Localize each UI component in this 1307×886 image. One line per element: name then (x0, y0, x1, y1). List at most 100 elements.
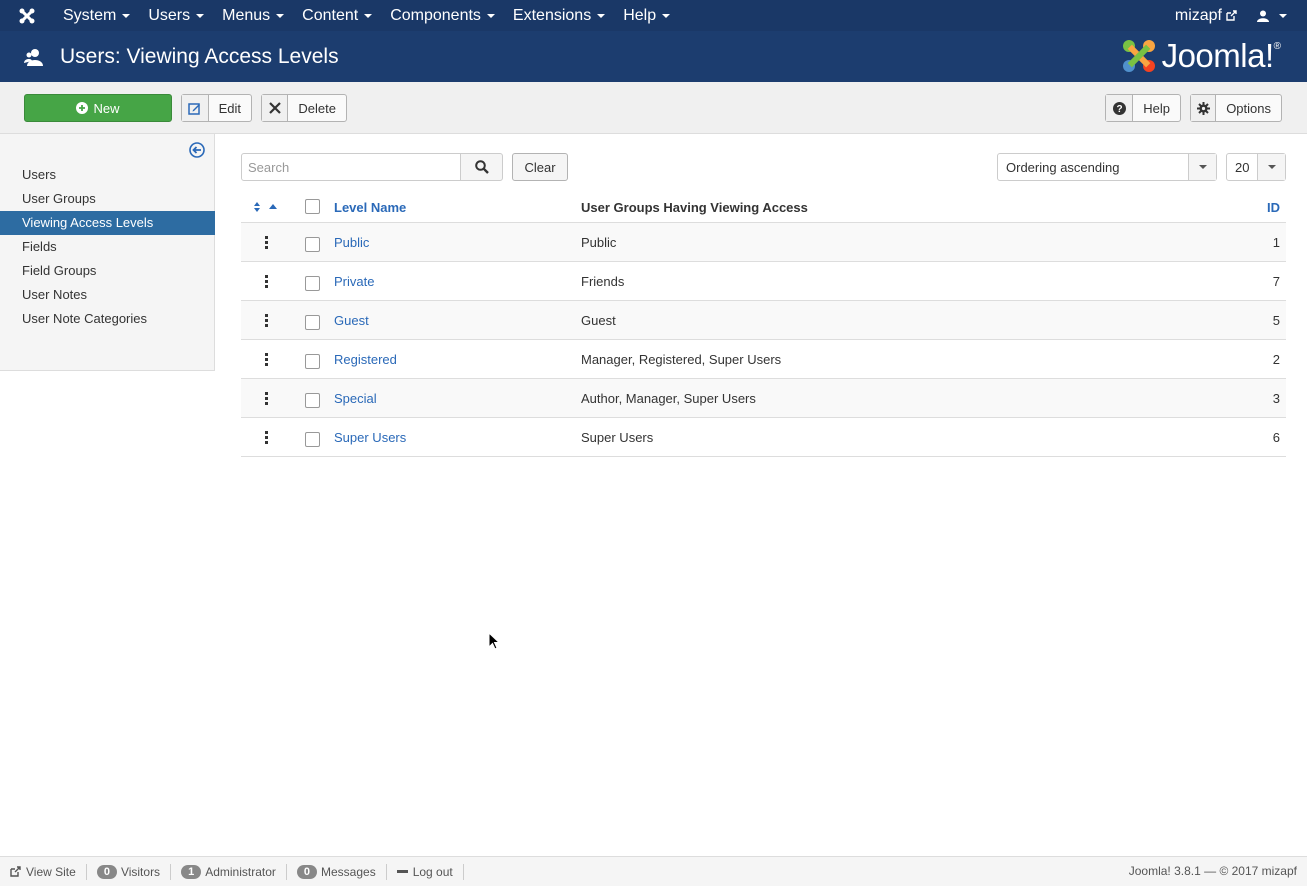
administrators-badge: 1 (181, 864, 202, 879)
select-all-checkbox[interactable] (305, 198, 320, 214)
level-name-header[interactable]: Level Name (334, 200, 581, 215)
status-bar: View Site 0 Visitors 1 Administrator 0 M… (0, 856, 1307, 886)
administrators-link[interactable]: 1 Administrator (171, 863, 287, 880)
id-header[interactable]: ID (1246, 200, 1286, 215)
row-checkbox[interactable] (305, 432, 320, 447)
menu-help[interactable]: Help (614, 0, 679, 31)
sidebar-item-viewing-access-levels[interactable]: Viewing Access Levels (0, 211, 215, 235)
gear-icon (1191, 95, 1217, 121)
view-site-label: View Site (26, 864, 76, 879)
joomla-logo: Joomla! ® (1120, 37, 1281, 75)
drag-handle-icon[interactable] (261, 234, 272, 251)
search-input[interactable] (241, 153, 461, 181)
id-cell: 5 (1272, 312, 1280, 328)
level-name-link[interactable]: Special (334, 391, 377, 406)
level-name-link[interactable]: Private (334, 274, 374, 289)
clear-button[interactable]: Clear (512, 153, 568, 181)
groups-cell: Super Users (581, 429, 654, 445)
username: mizapf (1174, 6, 1222, 24)
sidebar-item-users[interactable]: Users (0, 163, 215, 187)
drag-handle-icon[interactable] (261, 312, 272, 329)
menu-label: Content (302, 6, 359, 24)
sidebar-item-user-note-categories[interactable]: User Note Categories (0, 307, 215, 331)
menu-content[interactable]: Content (293, 0, 381, 31)
user-icon (1257, 10, 1269, 22)
level-name-link[interactable]: Guest (334, 313, 369, 328)
delete-button[interactable]: Delete (261, 94, 347, 122)
joomla-logo-icon (1122, 40, 1155, 72)
menu-users[interactable]: Users (139, 0, 213, 31)
drag-handle-icon[interactable] (261, 390, 272, 407)
navbar-right: mizapf (1165, 0, 1307, 31)
id-cell: 3 (1272, 390, 1280, 406)
row-checkbox[interactable] (305, 276, 320, 291)
help-button[interactable]: ? Help (1105, 94, 1181, 122)
new-button[interactable]: New (24, 94, 172, 122)
sidebar-item-user-notes[interactable]: User Notes (0, 283, 215, 307)
groups-cell: Public (581, 234, 617, 250)
logout-label: Log out (412, 864, 453, 879)
groups-cell: Manager, Registered, Super Users (581, 351, 782, 367)
caret-down-icon (597, 13, 606, 18)
row-checkbox[interactable] (305, 354, 320, 369)
level-name-link[interactable]: Registered (334, 352, 397, 367)
messages-link[interactable]: 0 Messages (287, 863, 387, 880)
select-all-cell (291, 198, 334, 214)
level-name-link[interactable]: Super Users (334, 430, 406, 445)
options-button[interactable]: Options (1190, 94, 1282, 122)
table-row: Guest Guest 5 (241, 301, 1286, 340)
edit-icon (182, 95, 209, 121)
sidebar: Users User Groups Viewing Access Levels … (0, 134, 215, 371)
menu-extensions[interactable]: Extensions (504, 0, 614, 31)
drag-handle-icon[interactable] (261, 273, 272, 290)
minus-icon (396, 870, 408, 873)
menu-components[interactable]: Components (381, 0, 504, 31)
top-navbar: System Users Menus Content Components Ex… (0, 0, 1307, 31)
edit-button-label: Edit (218, 100, 241, 116)
groups-header: User Groups Having Viewing Access (581, 199, 808, 215)
menu-system[interactable]: System (54, 0, 139, 31)
row-checkbox[interactable] (305, 393, 320, 408)
table-row: Super Users Super Users 6 (241, 418, 1286, 457)
list-limit-select[interactable]: 20 (1226, 153, 1286, 181)
ordering-header[interactable] (241, 201, 291, 213)
caret-down-icon (486, 13, 495, 18)
menu-label: Users (148, 6, 191, 24)
caret-down-icon (196, 13, 205, 18)
caret-down-icon (276, 13, 285, 18)
search-icon (474, 160, 489, 174)
menu-label: Extensions (512, 6, 592, 24)
row-checkbox[interactable] (305, 315, 320, 330)
search-button[interactable] (460, 153, 503, 181)
row-checkbox[interactable] (305, 237, 320, 252)
user-menu-dropdown[interactable] (1247, 10, 1307, 22)
ordering-select[interactable]: Ordering ascending (997, 153, 1217, 181)
menu-label: System (63, 6, 117, 24)
visitors-label: Visitors (120, 864, 161, 879)
menu-menus[interactable]: Menus (213, 0, 293, 31)
collapse-sidebar-icon[interactable] (189, 142, 205, 158)
drag-handle-icon[interactable] (261, 351, 272, 368)
visitors-link[interactable]: 0 Visitors (87, 863, 172, 880)
svg-text:?: ? (1116, 104, 1122, 115)
messages-badge: 0 (296, 864, 317, 879)
joomla-brand-icon[interactable] (0, 0, 54, 31)
sidebar-item-field-groups[interactable]: Field Groups (0, 259, 215, 283)
sidebar-item-user-groups[interactable]: User Groups (0, 187, 215, 211)
page-header: Users: Viewing Access Levels Joomla! ® (0, 31, 1307, 82)
drag-handle-icon[interactable] (261, 429, 272, 446)
caret-down-icon (364, 13, 373, 18)
logout-link[interactable]: Log out (387, 863, 464, 880)
edit-button[interactable]: Edit (181, 94, 252, 122)
sidebar-item-fields[interactable]: Fields (0, 235, 215, 259)
level-name-link[interactable]: Public (334, 235, 369, 250)
main-menu: System Users Menus Content Components Ex… (54, 0, 679, 31)
table-body: Public Public 1 Private Friends 7 Guest … (241, 223, 1286, 457)
view-site-link[interactable]: View Site (0, 863, 87, 880)
help-button-label: Help (1143, 100, 1170, 116)
external-link-icon (10, 866, 21, 877)
plus-circle-icon (76, 102, 89, 114)
groups-cell: Author, Manager, Super Users (581, 390, 756, 406)
site-link[interactable]: mizapf (1165, 7, 1247, 25)
menu-label: Menus (222, 6, 271, 24)
